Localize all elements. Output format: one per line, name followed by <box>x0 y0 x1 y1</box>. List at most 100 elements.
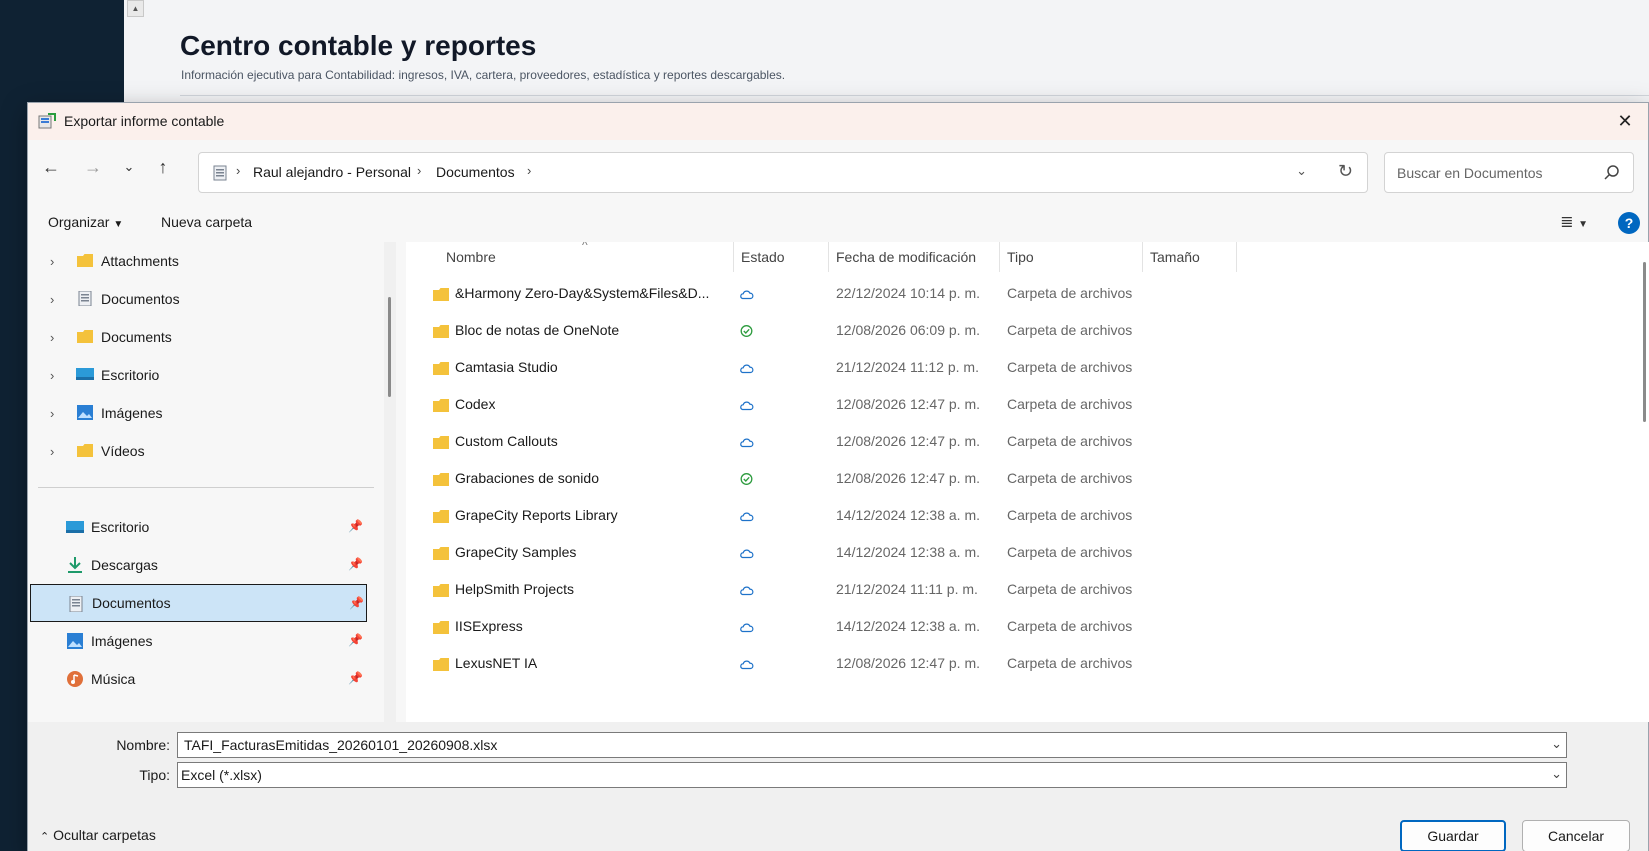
folder-icon <box>433 658 449 671</box>
file-list-scrollbar[interactable] <box>1638 242 1649 722</box>
pin-icon[interactable]: 📌 <box>348 519 363 533</box>
column-headers: ^ Nombre Estado Fecha de modificación Ti… <box>406 242 1638 272</box>
tree-item-videos[interactable]: › Vídeos <box>28 432 384 470</box>
chevron-down-icon[interactable]: ⌄ <box>1551 736 1562 752</box>
sort-ascending-icon: ^ <box>582 242 588 252</box>
quick-access-label: Imágenes <box>91 633 153 649</box>
chevron-right-icon[interactable]: › <box>50 254 54 269</box>
column-divider[interactable] <box>1142 242 1143 272</box>
search-input[interactable]: Buscar en Documentos <box>1384 152 1634 193</box>
documents-icon <box>78 291 92 306</box>
scrollbar-thumb[interactable] <box>388 297 391 397</box>
file-row[interactable]: GrapeCity Reports Library 14/12/2024 12:3… <box>406 498 1638 535</box>
filename-input[interactable]: TAFI_FacturasEmitidas_20260101_20260908.… <box>177 732 1567 758</box>
file-name: Grabaciones de sonido <box>455 470 599 486</box>
chevron-down-icon[interactable]: ⌄ <box>1296 163 1307 179</box>
folder-icon <box>433 584 449 597</box>
column-header-name[interactable]: Nombre <box>446 249 496 265</box>
scrollbar-thumb[interactable] <box>1643 262 1646 422</box>
navigation-bar: ← → ⌄ ↑ › Raul alejandro - Personal › Do… <box>28 140 1648 204</box>
filetype-select[interactable]: Excel (*.xlsx) ⌄ <box>177 762 1567 788</box>
column-header-status[interactable]: Estado <box>741 249 785 265</box>
quick-access-imagenes[interactable]: Imágenes 📌 <box>28 622 378 660</box>
quick-access-documentos[interactable]: Documentos 📌 <box>30 584 367 622</box>
new-folder-button[interactable]: Nueva carpeta <box>161 214 252 230</box>
back-button[interactable]: ← <box>36 152 66 182</box>
file-row[interactable]: LexusNET IA 12/08/2026 12:47 p. m. Carpeta… <box>406 646 1638 683</box>
breadcrumb-item[interactable]: Raul alejandro - Personal <box>253 164 411 180</box>
column-header-modified[interactable]: Fecha de modificación <box>836 249 976 265</box>
column-divider[interactable] <box>733 242 734 272</box>
file-row[interactable]: Bloc de notas de OneNote 12/08/2026 06:09… <box>406 313 1638 350</box>
folder-icon <box>433 510 449 523</box>
navigation-scrollbar[interactable] <box>384 242 396 722</box>
file-row[interactable]: GrapeCity Samples 14/12/2024 12:38 a. m. C… <box>406 535 1638 572</box>
column-divider[interactable] <box>999 242 1000 272</box>
pin-icon[interactable]: 📌 <box>349 596 364 610</box>
file-row[interactable]: Grabaciones de sonido 12/08/2026 12:47 p.… <box>406 461 1638 498</box>
download-icon <box>68 557 82 573</box>
file-row[interactable]: Codex 12/08/2026 12:47 p. m. Carpeta de ar… <box>406 387 1638 424</box>
chevron-right-icon[interactable]: › <box>50 292 54 307</box>
breadcrumb-separator: › <box>527 163 532 178</box>
file-row[interactable]: HelpSmith Projects 21/12/2024 11:11 p. m.… <box>406 572 1638 609</box>
save-button[interactable]: Guardar <box>1400 820 1506 851</box>
file-row[interactable]: IISExpress 14/12/2024 12:38 a. m. Carpeta … <box>406 609 1638 646</box>
file-name: Codex <box>455 396 496 412</box>
pin-icon[interactable]: 📌 <box>348 671 363 685</box>
file-name: LexusNET IA <box>455 655 538 671</box>
quick-access-escritorio[interactable]: Escritorio 📌 <box>28 508 378 546</box>
pin-icon[interactable]: 📌 <box>348 557 363 571</box>
pictures-icon <box>77 405 93 420</box>
arrow-right-icon: → <box>84 156 102 177</box>
breadcrumb-item[interactable]: Documentos <box>436 164 515 180</box>
recent-locations-button[interactable]: ⌄ <box>114 152 144 182</box>
column-divider[interactable] <box>828 242 829 272</box>
column-header-size[interactable]: Tamaño <box>1150 249 1200 265</box>
tree-item-documents[interactable]: › Documents <box>28 318 384 356</box>
tree-item-escritorio[interactable]: › Escritorio <box>28 356 384 394</box>
breadcrumb-separator: › <box>417 163 422 178</box>
file-row[interactable]: Custom Callouts 12/08/2026 12:47 p. m. Car… <box>406 424 1638 461</box>
forward-button[interactable]: → <box>78 152 108 182</box>
column-header-type[interactable]: Tipo <box>1007 249 1034 265</box>
chevron-down-icon[interactable]: ⌄ <box>1551 766 1562 782</box>
file-type: Carpeta de archivos <box>1007 544 1133 560</box>
app-icon <box>38 113 56 129</box>
column-divider[interactable] <box>1236 242 1237 272</box>
refresh-icon[interactable]: ↻ <box>1338 161 1353 182</box>
tree-item-label: Vídeos <box>101 443 145 459</box>
tree-item-attachments[interactable]: › Attachments <box>28 242 384 280</box>
search-icon <box>1604 165 1619 180</box>
pin-icon[interactable]: 📌 <box>348 633 363 647</box>
chevron-right-icon[interactable]: › <box>50 444 54 459</box>
hide-folders-button[interactable]: ⌃ Ocultar carpetas <box>40 827 156 843</box>
quick-access-label: Música <box>91 671 136 687</box>
scroll-up-button[interactable]: ▲ <box>127 0 144 17</box>
file-modified: 21/12/2024 11:12 p. m. <box>836 359 979 375</box>
file-row[interactable]: Camtasia Studio 21/12/2024 11:12 p. m. Car… <box>406 350 1638 387</box>
caret-down-icon: ▼ <box>1578 219 1588 230</box>
organize-button[interactable]: Organizar ▼ <box>48 214 123 230</box>
quick-access-musica[interactable]: Música 📌 <box>28 660 378 698</box>
view-options-button[interactable]: ≣ ▼ <box>1560 212 1588 232</box>
tree-item-imagenes[interactable]: › Imágenes <box>28 394 384 432</box>
up-button[interactable]: ↑ <box>148 152 178 182</box>
chevron-right-icon[interactable]: › <box>50 406 54 421</box>
quick-access-descargas[interactable]: Descargas 📌 <box>28 546 378 584</box>
cancel-button[interactable]: Cancelar <box>1522 820 1630 851</box>
cloud-icon <box>740 660 754 670</box>
chevron-right-icon[interactable]: › <box>50 330 54 345</box>
tree-item-documentos[interactable]: › Documentos <box>28 280 384 318</box>
filetype-value: Excel (*.xlsx) <box>181 767 262 783</box>
synced-check-icon <box>740 473 753 485</box>
file-row[interactable]: &Harmony Zero-Day&System&Files&D... 22/12… <box>406 276 1638 313</box>
chevron-right-icon[interactable]: › <box>50 368 54 383</box>
cloud-icon <box>740 438 754 448</box>
address-bar[interactable]: › Raul alejandro - Personal › Documentos… <box>198 152 1368 193</box>
help-icon[interactable]: ? <box>1618 212 1640 234</box>
quick-access-label: Documentos <box>92 595 171 611</box>
close-button[interactable]: ✕ <box>1602 103 1648 140</box>
cloud-icon <box>740 549 754 559</box>
file-name: IISExpress <box>455 618 523 634</box>
